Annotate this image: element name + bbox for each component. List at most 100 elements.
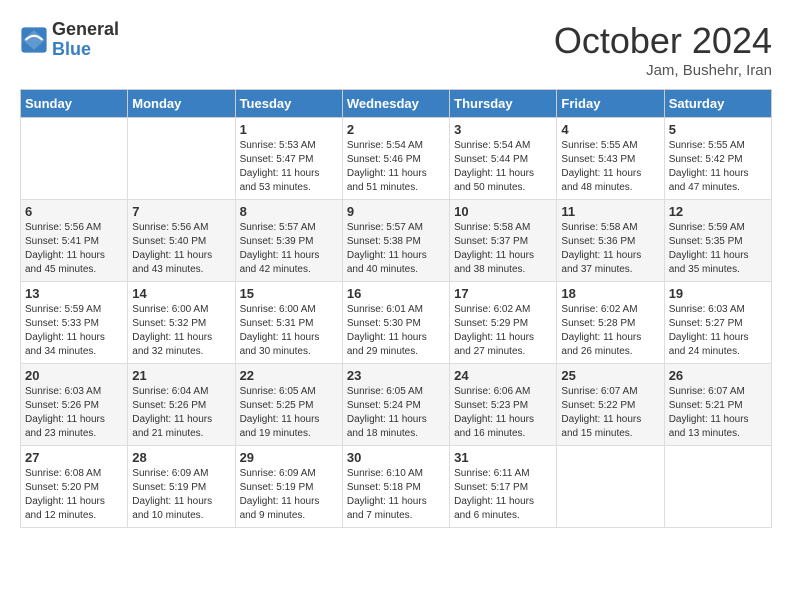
calendar-row-3: 20 Sunrise: 6:03 AM Sunset: 5:26 PM Dayli…: [21, 364, 772, 446]
calendar-cell: 21Sunrise: 6:04 AM Sunset: 5:26 PM Dayli…: [128, 364, 235, 446]
calendar-cell: 2 Sunrise: 5:54 AM Sunset: 5:46 PM Daylig…: [342, 118, 449, 200]
day-detail: Sunrise: 6:10 AM Sunset: 5:18 PM Dayligh…: [347, 467, 445, 523]
calendar-cell: [128, 118, 235, 200]
calendar-cell: 30 Sunrise: 6:10 AM Sunset: 5:18 PM Dayli…: [342, 446, 449, 528]
calendar-cell: 25Sunrise: 6:07 AM Sunset: 5:22 PM Dayli…: [557, 364, 664, 446]
day-number: 19: [669, 286, 767, 301]
day-number: 20: [25, 368, 123, 383]
day-detail: Sunrise: 6:00 AM Sunset: 5:32 PM Dayligh…: [132, 303, 230, 359]
calendar-cell: [664, 446, 771, 528]
day-detail: Sunrise: 5:58 AM Sunset: 5:37 PM Dayligh…: [454, 221, 552, 277]
day-number: 6: [25, 204, 123, 219]
day-number: 18: [561, 286, 659, 301]
day-number: 17: [454, 286, 552, 301]
day-number: 15: [240, 286, 338, 301]
weekday-header-monday: Monday: [128, 90, 235, 118]
calendar-cell: 9 Sunrise: 5:57 AM Sunset: 5:38 PM Daylig…: [342, 200, 449, 282]
day-number: 23: [347, 368, 445, 383]
weekday-header-thursday: Thursday: [450, 90, 557, 118]
calendar-cell: 23 Sunrise: 6:05 AM Sunset: 5:24 PM Dayli…: [342, 364, 449, 446]
day-detail: Sunrise: 6:01 AM Sunset: 5:30 PM Dayligh…: [347, 303, 445, 359]
day-number: 7: [132, 204, 230, 219]
calendar-cell: 10 Sunrise: 5:58 AM Sunset: 5:37 PM Dayli…: [450, 200, 557, 282]
day-detail: Sunrise: 6:07 AM Sunset: 5:22 PM Dayligh…: [561, 385, 659, 441]
day-number: 28: [132, 450, 230, 465]
calendar-cell: 22 Sunrise: 6:05 AM Sunset: 5:25 PM Dayli…: [235, 364, 342, 446]
day-detail: Sunrise: 5:59 AM Sunset: 5:33 PM Dayligh…: [25, 303, 123, 359]
day-detail: Sunrise: 5:59 AM Sunset: 5:35 PM Dayligh…: [669, 221, 767, 277]
calendar-cell: 8Sunrise: 5:57 AM Sunset: 5:39 PM Daylig…: [235, 200, 342, 282]
day-detail: Sunrise: 6:05 AM Sunset: 5:25 PM Dayligh…: [240, 385, 338, 441]
calendar-cell: [21, 118, 128, 200]
day-number: 5: [669, 122, 767, 137]
day-number: 31: [454, 450, 552, 465]
calendar-cell: 1 Sunrise: 5:53 AM Sunset: 5:47 PM Daylig…: [235, 118, 342, 200]
calendar-cell: 15 Sunrise: 6:00 AM Sunset: 5:31 PM Dayli…: [235, 282, 342, 364]
day-number: 1: [240, 122, 338, 137]
day-number: 14: [132, 286, 230, 301]
calendar-row-0: 1 Sunrise: 5:53 AM Sunset: 5:47 PM Daylig…: [21, 118, 772, 200]
calendar-cell: 5 Sunrise: 5:55 AM Sunset: 5:42 PM Daylig…: [664, 118, 771, 200]
weekday-header-row: SundayMondayTuesdayWednesdayThursdayFrid…: [21, 90, 772, 118]
calendar-row-2: 13 Sunrise: 5:59 AM Sunset: 5:33 PM Dayli…: [21, 282, 772, 364]
logo-text: General Blue: [52, 20, 119, 60]
calendar-cell: 29Sunrise: 6:09 AM Sunset: 5:19 PM Dayli…: [235, 446, 342, 528]
calendar-cell: 6 Sunrise: 5:56 AM Sunset: 5:41 PM Daylig…: [21, 200, 128, 282]
day-detail: Sunrise: 5:54 AM Sunset: 5:44 PM Dayligh…: [454, 139, 552, 195]
day-detail: Sunrise: 5:54 AM Sunset: 5:46 PM Dayligh…: [347, 139, 445, 195]
day-number: 12: [669, 204, 767, 219]
day-number: 30: [347, 450, 445, 465]
weekday-header-sunday: Sunday: [21, 90, 128, 118]
calendar-cell: 16 Sunrise: 6:01 AM Sunset: 5:30 PM Dayli…: [342, 282, 449, 364]
title-block: October 2024 Jam, Bushehr, Iran: [554, 20, 772, 79]
calendar-cell: 12 Sunrise: 5:59 AM Sunset: 5:35 PM Dayli…: [664, 200, 771, 282]
day-detail: Sunrise: 6:05 AM Sunset: 5:24 PM Dayligh…: [347, 385, 445, 441]
day-detail: Sunrise: 6:07 AM Sunset: 5:21 PM Dayligh…: [669, 385, 767, 441]
month-title: October 2024: [554, 20, 772, 62]
day-detail: Sunrise: 5:57 AM Sunset: 5:38 PM Dayligh…: [347, 221, 445, 277]
calendar-row-1: 6 Sunrise: 5:56 AM Sunset: 5:41 PM Daylig…: [21, 200, 772, 282]
day-detail: Sunrise: 5:55 AM Sunset: 5:42 PM Dayligh…: [669, 139, 767, 195]
day-detail: Sunrise: 5:53 AM Sunset: 5:47 PM Dayligh…: [240, 139, 338, 195]
weekday-header-saturday: Saturday: [664, 90, 771, 118]
calendar-cell: 7Sunrise: 5:56 AM Sunset: 5:40 PM Daylig…: [128, 200, 235, 282]
day-detail: Sunrise: 6:02 AM Sunset: 5:29 PM Dayligh…: [454, 303, 552, 359]
day-detail: Sunrise: 6:00 AM Sunset: 5:31 PM Dayligh…: [240, 303, 338, 359]
day-detail: Sunrise: 6:08 AM Sunset: 5:20 PM Dayligh…: [25, 467, 123, 523]
day-number: 13: [25, 286, 123, 301]
day-number: 9: [347, 204, 445, 219]
calendar-cell: 26 Sunrise: 6:07 AM Sunset: 5:21 PM Dayli…: [664, 364, 771, 446]
page-header: General Blue October 2024 Jam, Bushehr, …: [20, 20, 772, 79]
calendar-cell: 11Sunrise: 5:58 AM Sunset: 5:36 PM Dayli…: [557, 200, 664, 282]
day-detail: Sunrise: 6:03 AM Sunset: 5:27 PM Dayligh…: [669, 303, 767, 359]
calendar-row-4: 27 Sunrise: 6:08 AM Sunset: 5:20 PM Dayli…: [21, 446, 772, 528]
day-number: 21: [132, 368, 230, 383]
calendar-cell: 24 Sunrise: 6:06 AM Sunset: 5:23 PM Dayli…: [450, 364, 557, 446]
location-subtitle: Jam, Bushehr, Iran: [554, 62, 772, 79]
day-number: 4: [561, 122, 659, 137]
day-detail: Sunrise: 6:09 AM Sunset: 5:19 PM Dayligh…: [240, 467, 338, 523]
day-detail: Sunrise: 6:09 AM Sunset: 5:19 PM Dayligh…: [132, 467, 230, 523]
day-number: 26: [669, 368, 767, 383]
day-number: 16: [347, 286, 445, 301]
day-number: 2: [347, 122, 445, 137]
day-number: 27: [25, 450, 123, 465]
calendar-cell: 18Sunrise: 6:02 AM Sunset: 5:28 PM Dayli…: [557, 282, 664, 364]
calendar-cell: 14 Sunrise: 6:00 AM Sunset: 5:32 PM Dayli…: [128, 282, 235, 364]
day-detail: Sunrise: 6:06 AM Sunset: 5:23 PM Dayligh…: [454, 385, 552, 441]
calendar-cell: 20 Sunrise: 6:03 AM Sunset: 5:26 PM Dayli…: [21, 364, 128, 446]
calendar-cell: 4 Sunrise: 5:55 AM Sunset: 5:43 PM Daylig…: [557, 118, 664, 200]
calendar-cell: 17 Sunrise: 6:02 AM Sunset: 5:29 PM Dayli…: [450, 282, 557, 364]
logo-icon: [20, 26, 48, 54]
day-detail: Sunrise: 5:56 AM Sunset: 5:41 PM Dayligh…: [25, 221, 123, 277]
day-detail: Sunrise: 5:55 AM Sunset: 5:43 PM Dayligh…: [561, 139, 659, 195]
day-number: 22: [240, 368, 338, 383]
calendar-table: SundayMondayTuesdayWednesdayThursdayFrid…: [20, 89, 772, 528]
day-number: 24: [454, 368, 552, 383]
day-detail: Sunrise: 6:03 AM Sunset: 5:26 PM Dayligh…: [25, 385, 123, 441]
calendar-cell: [557, 446, 664, 528]
calendar-cell: 27 Sunrise: 6:08 AM Sunset: 5:20 PM Dayli…: [21, 446, 128, 528]
calendar-cell: 13 Sunrise: 5:59 AM Sunset: 5:33 PM Dayli…: [21, 282, 128, 364]
day-number: 10: [454, 204, 552, 219]
weekday-header-wednesday: Wednesday: [342, 90, 449, 118]
